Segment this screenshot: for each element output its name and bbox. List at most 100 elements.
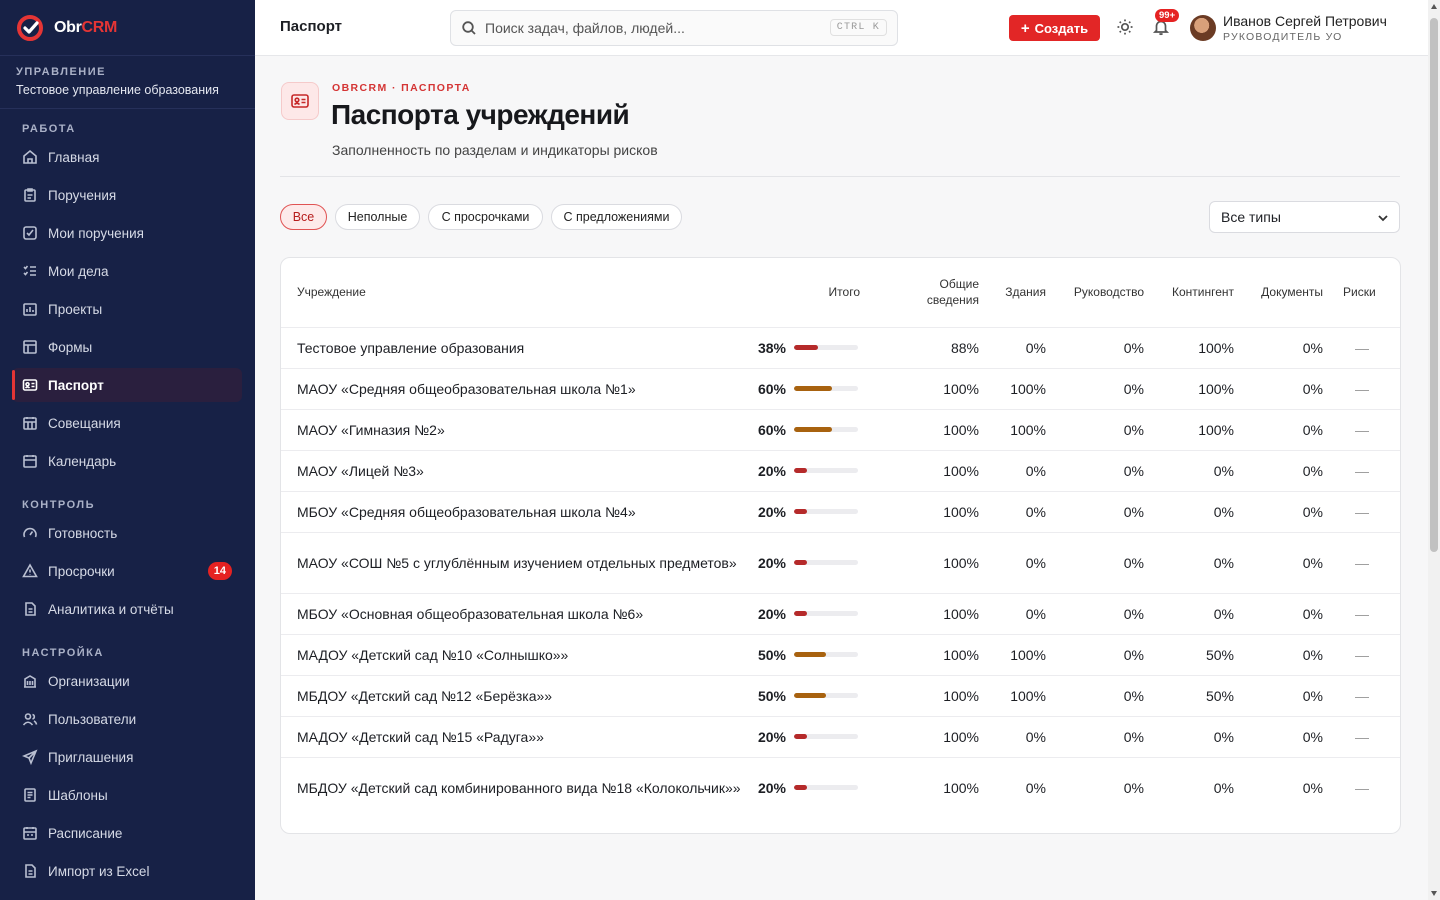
sidebar-item-label: Аналитика и отчёты [48,601,174,617]
sidebar: ObrCRM УПРАВЛЕНИЕ Тестовое управление об… [0,0,255,900]
documents-cell: 0% [1234,409,1323,451]
topbar: Паспорт Поиск задач, файлов, людей... CT… [255,0,1428,56]
user-name[interactable]: Иванов Сергей Петрович [1223,13,1387,29]
brand[interactable]: ObrCRM [0,0,255,56]
type-select[interactable]: Все типы [1209,201,1400,233]
sidebar-item-templates[interactable]: Шаблоны [12,778,242,812]
management-cell: 0% [1046,491,1144,533]
column-header-risks[interactable]: Риски [1323,258,1400,328]
total-cell: 20% [756,491,870,533]
sidebar-item-my-assignments[interactable]: Мои поручения [12,216,242,250]
general-cell: 100% [870,634,979,676]
table-row[interactable]: МБОУ «Основная общеобразовательная школа… [281,593,1400,635]
home-icon [23,149,37,164]
table-row[interactable]: МАДОУ «Детский сад №15 «Радуга»» 20% 100% 0… [281,716,1400,758]
breadcrumb: OBRCRM · ПАСПОРТА [332,82,471,94]
general-cell: 100% [870,450,979,492]
sun-icon [1117,19,1133,35]
documents-cell: 0% [1234,450,1323,492]
table-row[interactable]: МБДОУ «Детский сад комбинированного вида… [281,757,1400,818]
institution-name[interactable]: МБОУ «Основная общеобразовательная школа… [281,593,756,635]
contingent-cell: 0% [1213,779,1234,796]
sidebar-item-label: Расписание [48,825,123,841]
sidebar-item-projects[interactable]: Проекты [12,292,242,326]
sidebar-item-forms[interactable]: Формы [12,330,242,364]
institution-name[interactable]: МАДОУ «Детский сад №10 «Солнышко»» [281,634,756,676]
contingent-cell: 100% [1144,327,1234,369]
institution-name[interactable]: МАОУ «Средняя общеобразовательная школа … [281,368,756,410]
table-row[interactable]: МАОУ «СОШ №5 с углублённым изучением отд… [281,532,1400,594]
table-row[interactable]: МАОУ «Средняя общеобразовательная школа … [281,368,1400,410]
scrollbar-thumb[interactable] [1430,18,1438,552]
create-button[interactable]: + Создать [1009,15,1100,41]
total-value: 20% [757,779,786,796]
institution-name[interactable]: МАОУ «СОШ №5 с углублённым изучением отд… [281,532,756,594]
progress-bar-fill [794,345,819,350]
table-row[interactable]: Тестовое управление образования 38% 88% 0% 0… [281,327,1400,369]
total-value: 20% [757,605,786,622]
filter-chip-incomplete[interactable]: Неполные [335,204,420,230]
risks-cell: — [1323,491,1400,533]
buildings-cell: 0% [979,491,1046,533]
sidebar-item-readiness[interactable]: Готовность [12,516,242,550]
table-row[interactable]: МБДОУ «Детский сад №12 «Берёзка»» 50% 100%… [281,675,1400,717]
column-header-documents[interactable]: Документы [1234,258,1323,328]
sidebar-item-meetings[interactable]: Совещания [12,406,242,440]
search-input[interactable]: Поиск задач, файлов, людей... CTRL K [450,10,898,46]
institution-name[interactable]: МБДОУ «Детский сад комбинированного вида… [281,757,756,818]
buildings-cell: 0% [1025,779,1046,796]
scrollbar[interactable] [1428,0,1440,900]
progress-bar-fill [794,386,833,391]
sidebar-item-passport[interactable]: Паспорт [12,368,242,402]
total-cell: 20% [756,450,870,492]
risks-cell: — [1323,675,1400,717]
table-row[interactable]: МАОУ «Лицей №3» 20% 100% 0% 0% 0% 0% — [281,450,1400,492]
buildings-cell: 0% [979,327,1046,369]
sidebar-item-organizations[interactable]: Организации [12,664,242,698]
sidebar-item-excel-import[interactable]: Импорт из Excel [12,854,242,888]
sidebar-item-home[interactable]: Главная [12,140,242,174]
column-header-general[interactable]: Общие сведения [870,258,979,328]
sidebar-item-assignments[interactable]: Поручения [12,178,242,212]
column-header-name[interactable]: Учреждение [281,258,756,328]
column-header-total[interactable]: Итого [756,258,870,328]
total-cell: 20% [756,593,870,635]
institution-name[interactable]: МАОУ «Гимназия №2» [281,409,756,451]
risks-cell: — [1323,634,1400,676]
buildings-cell: 100% [979,409,1046,451]
sidebar-item-users[interactable]: Пользователи [12,702,242,736]
filter-chip-proposals[interactable]: С предложениями [551,204,682,230]
sidebar-item-overdue[interactable]: Просрочки 14 [12,554,242,588]
progress-bar-fill [794,785,807,791]
scroll-down-icon[interactable] [1431,891,1437,896]
scroll-up-icon[interactable] [1431,4,1437,9]
sidebar-item-my-tasks[interactable]: Мои дела [12,254,242,288]
institution-name[interactable]: МБДОУ «Детский сад №12 «Берёзка»» [281,675,756,717]
contingent-cell: 50% [1144,634,1234,676]
sidebar-item-schedule[interactable]: Расписание [12,816,242,850]
column-header-buildings[interactable]: Здания [979,258,1046,328]
table-row[interactable]: МБОУ «Средняя общеобразовательная школа … [281,491,1400,533]
general-cell: 100% [870,368,979,410]
column-header-management[interactable]: Руководство [1046,258,1144,328]
general-cell: 100% [870,491,979,533]
total-cell: 20% [756,532,870,594]
institution-name[interactable]: МАДОУ «Детский сад №15 «Радуга»» [281,716,756,758]
sidebar-item-calendar[interactable]: Календарь [12,444,242,478]
table-row[interactable]: МАОУ «Гимназия №2» 60% 100% 100% 0% 100% 0% — [281,409,1400,451]
filter-chip-all[interactable]: Все [280,204,327,230]
column-header-contingent[interactable]: Контингент [1144,258,1234,328]
institution-name[interactable]: Тестовое управление образования [281,327,756,369]
theme-toggle-button[interactable] [1116,18,1136,38]
sidebar-item-analytics[interactable]: Аналитика и отчёты [12,592,242,626]
org-switcher[interactable]: УПРАВЛЕНИЕ Тестовое управление образован… [0,56,255,109]
sidebar-item-invitations[interactable]: Приглашения [12,740,242,774]
documents-cell: 0% [1234,327,1323,369]
avatar[interactable] [1190,15,1216,41]
institution-name[interactable]: МБОУ «Средняя общеобразовательная школа … [281,491,756,533]
progress-bar-fill [794,693,826,698]
table-row[interactable]: МАДОУ «Детский сад №10 «Солнышко»» 50% 100… [281,634,1400,676]
management-cell: 0% [1046,368,1144,410]
filter-chip-overdue[interactable]: С просрочками [428,204,543,230]
institution-name[interactable]: МАОУ «Лицей №3» [281,450,756,492]
